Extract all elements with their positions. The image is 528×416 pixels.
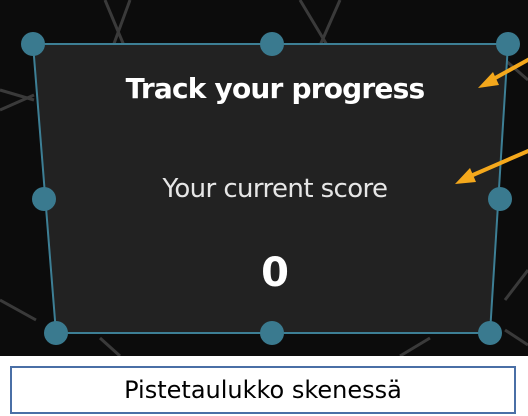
resize-handle-icon[interactable] <box>488 187 512 211</box>
panel-subtitle: Your current score <box>162 174 388 204</box>
resize-handle-icon[interactable] <box>496 32 520 56</box>
scene-view: Track your progress Your current score 0 <box>0 0 528 356</box>
resize-handle-icon[interactable] <box>44 321 68 345</box>
caption-text: Pistetaulukko skenessä <box>124 376 402 404</box>
panel-title: Track your progress <box>125 72 426 105</box>
resize-handle-icon[interactable] <box>478 321 502 345</box>
score-value: 0 <box>261 250 289 296</box>
caption-box: Pistetaulukko skenessä <box>10 366 516 414</box>
resize-handle-icon[interactable] <box>260 32 284 56</box>
resize-handle-icon[interactable] <box>260 321 284 345</box>
figure: Track your progress Your current score 0… <box>0 0 528 416</box>
resize-handle-icon[interactable] <box>32 187 56 211</box>
resize-handle-icon[interactable] <box>21 32 45 56</box>
